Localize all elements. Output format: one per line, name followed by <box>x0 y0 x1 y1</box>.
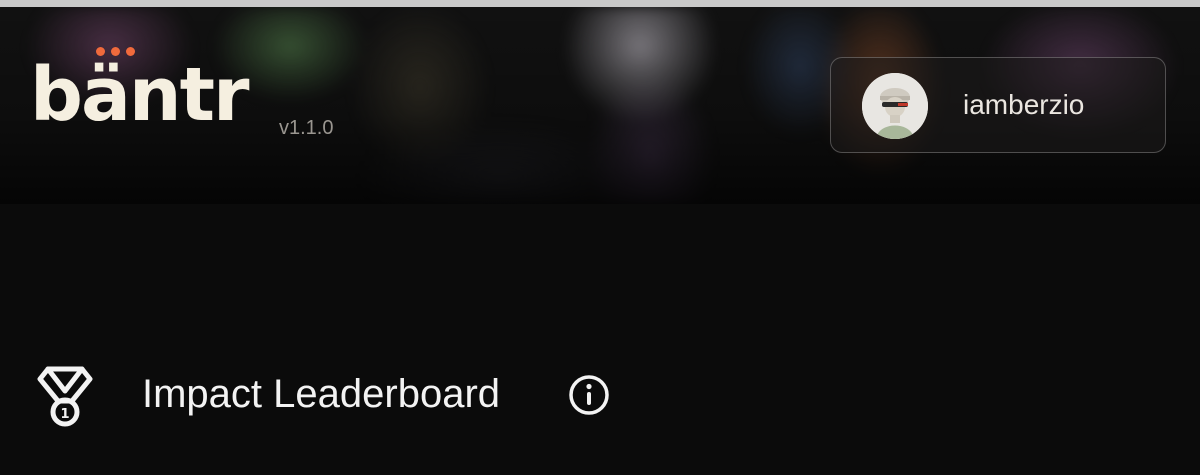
logo-wordmark: bäntr <box>30 52 249 138</box>
leaderboard-header: 1 Impact Leaderboard <box>0 355 1200 435</box>
user-profile-button[interactable]: iamberzio <box>830 57 1166 153</box>
app-version: v1.1.0 <box>279 117 334 139</box>
username: iamberzio <box>963 89 1085 120</box>
window-top-edge <box>0 0 1200 7</box>
svg-text:1: 1 <box>60 407 69 422</box>
user-avatar <box>862 73 928 139</box>
medal-icon: 1 <box>37 366 93 427</box>
info-icon[interactable] <box>567 373 611 417</box>
section-title: Impact Leaderboard <box>142 372 501 416</box>
